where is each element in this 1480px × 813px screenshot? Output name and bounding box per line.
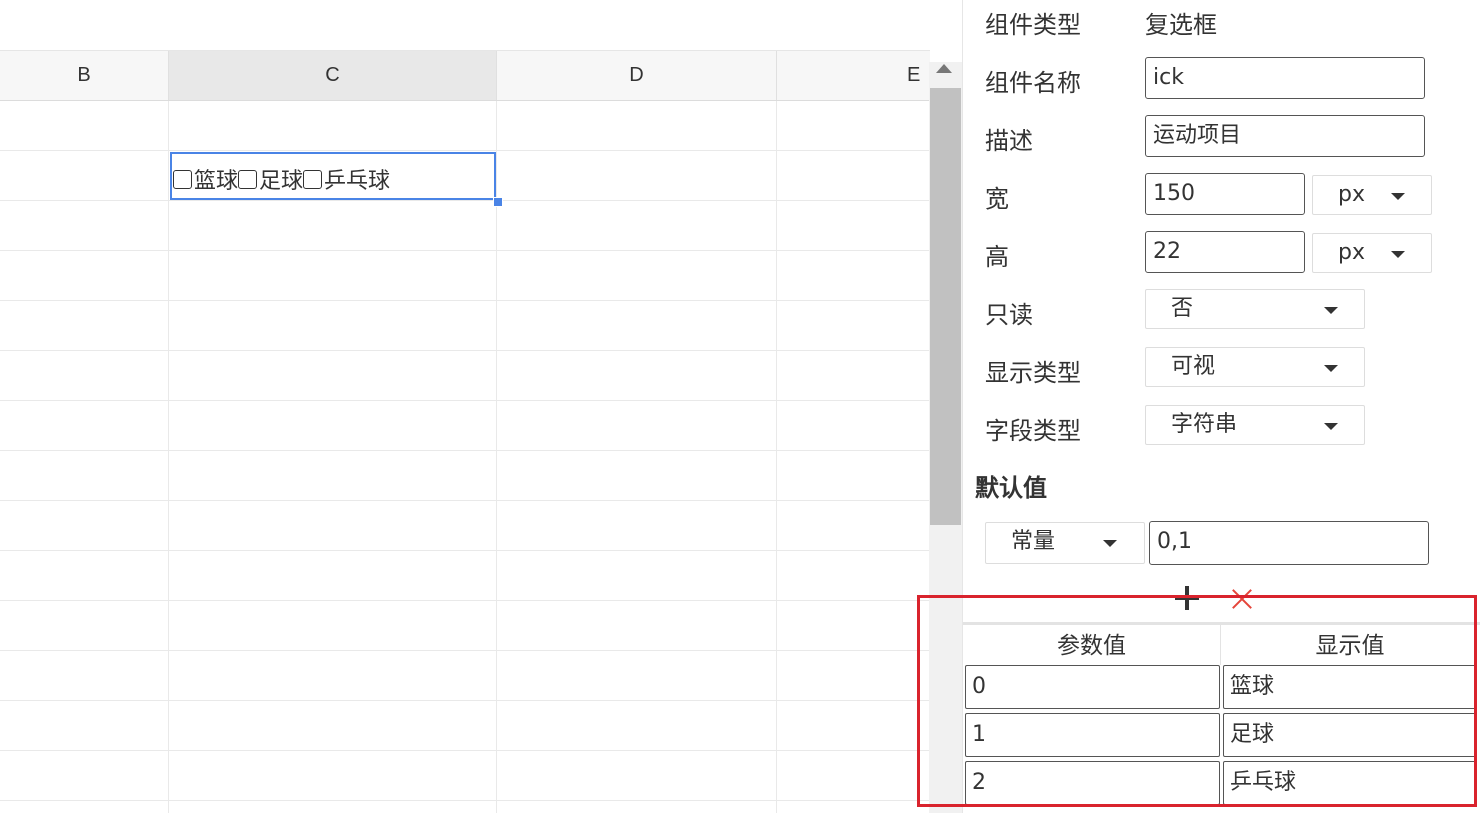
options-toolbar xyxy=(1173,584,1283,616)
column-header-row: B C D E xyxy=(0,51,930,101)
cell-grid[interactable] xyxy=(0,101,930,813)
add-option-plus-icon[interactable] xyxy=(1173,584,1201,612)
checkbox-label: 足球 xyxy=(259,169,304,194)
component-type-label: 组件类型 xyxy=(985,11,1081,39)
readonly-label: 只读 xyxy=(985,301,1033,329)
component-name-label: 组件名称 xyxy=(985,69,1081,97)
spreadsheet[interactable]: B C D E 篮球 足球 乒乓球 xyxy=(0,0,930,813)
column-header-e[interactable]: E xyxy=(777,51,930,100)
checkbox-group-preview[interactable]: 篮球 足球 乒乓球 xyxy=(173,163,390,195)
height-label: 高 xyxy=(985,243,1009,271)
field-type-select[interactable]: 字符串 xyxy=(1145,405,1365,445)
height-input[interactable]: 22 xyxy=(1145,231,1305,273)
checkbox-option[interactable]: 乒乓球 xyxy=(303,163,390,195)
scroll-up-arrow-icon[interactable] xyxy=(936,64,952,73)
caret-down-icon xyxy=(1324,423,1338,430)
vertical-scrollbar[interactable] xyxy=(929,62,962,813)
default-value-input[interactable]: 0,1 xyxy=(1149,521,1429,565)
component-name-input[interactable]: ick xyxy=(1145,57,1425,99)
option-label-input[interactable]: 足球 xyxy=(1223,713,1477,757)
scrollbar-thumb[interactable] xyxy=(930,88,961,525)
caret-down-icon xyxy=(1103,540,1117,547)
caret-down-icon xyxy=(1324,307,1338,314)
checkbox-label: 篮球 xyxy=(194,169,239,194)
option-value-input[interactable]: 1 xyxy=(965,713,1220,757)
checkbox-option[interactable]: 篮球 xyxy=(173,163,238,195)
option-label-input[interactable]: 篮球 xyxy=(1223,665,1477,709)
default-source-select[interactable]: 常量 xyxy=(985,522,1145,564)
fill-handle[interactable] xyxy=(493,197,503,207)
checkbox-square-icon[interactable] xyxy=(173,169,192,189)
options-table: 参数值 显示值 0 篮球 1 足球 2 乒乓球 xyxy=(963,622,1480,805)
field-type-label: 字段类型 xyxy=(985,417,1081,445)
height-unit-select[interactable]: px xyxy=(1312,233,1432,273)
column-header-b[interactable]: B xyxy=(0,51,169,100)
default-value-section-title: 默认值 xyxy=(975,474,1047,502)
remove-option-close-icon[interactable] xyxy=(1228,584,1256,612)
description-label: 描述 xyxy=(985,127,1033,155)
param-value-header: 参数值 xyxy=(1057,633,1126,659)
default-source-value: 常量 xyxy=(1011,529,1056,554)
display-type-select[interactable]: 可视 xyxy=(1145,347,1365,387)
display-type-label: 显示类型 xyxy=(985,359,1081,387)
display-value-header: 显示值 xyxy=(1315,633,1385,659)
option-value-input[interactable]: 2 xyxy=(965,761,1220,805)
option-label-input[interactable]: 乒乓球 xyxy=(1223,761,1477,805)
width-input[interactable]: 150 xyxy=(1145,173,1305,215)
column-header-d[interactable]: D xyxy=(497,51,777,100)
width-unit-value: px xyxy=(1338,182,1365,207)
caret-down-icon xyxy=(1391,251,1405,258)
readonly-select[interactable]: 否 xyxy=(1145,289,1365,329)
checkbox-option[interactable]: 足球 xyxy=(238,163,303,195)
width-label: 宽 xyxy=(985,185,1009,213)
caret-down-icon xyxy=(1324,365,1338,372)
field-type-value: 字符串 xyxy=(1171,412,1238,437)
column-header-c[interactable]: C xyxy=(169,51,497,100)
option-value-input[interactable]: 0 xyxy=(965,665,1220,709)
component-type-value: 复选框 xyxy=(1145,11,1217,39)
readonly-value: 否 xyxy=(1171,296,1194,321)
caret-down-icon xyxy=(1391,193,1405,200)
checkbox-square-icon[interactable] xyxy=(238,169,258,189)
width-unit-select[interactable]: px xyxy=(1312,175,1432,215)
sheet-top-bar xyxy=(0,0,930,51)
display-type-value: 可视 xyxy=(1171,354,1216,379)
property-panel: 组件类型 复选框 组件名称 ick 描述 运动项目 宽 150 px 高 22 … xyxy=(962,0,1480,813)
checkbox-label: 乒乓球 xyxy=(324,169,391,194)
checkbox-square-icon[interactable] xyxy=(303,169,323,189)
description-input[interactable]: 运动项目 xyxy=(1145,115,1425,157)
height-unit-value: px xyxy=(1338,240,1365,265)
